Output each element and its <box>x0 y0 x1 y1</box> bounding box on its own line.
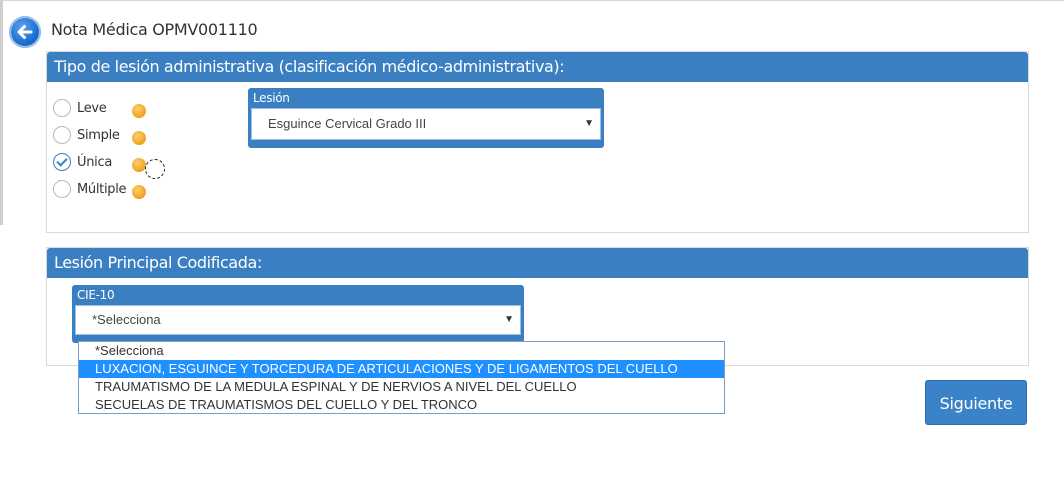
panel-tipo-lesion-title: Tipo de lesión administrativa (clasifica… <box>47 52 1028 82</box>
radio-option-leve[interactable]: Leve <box>53 97 107 119</box>
cie10-select-value: *Selecciona <box>92 312 161 327</box>
radio-label: Simple <box>77 127 120 143</box>
cie10-dropdown-list[interactable]: *Selecciona LUXACION, ESGUINCE Y TORCEDU… <box>78 341 725 414</box>
lesion-select-value: Esguince Cervical Grado III <box>268 116 427 131</box>
panel-tipo-lesion: Tipo de lesión administrativa (clasifica… <box>46 51 1029 233</box>
next-button[interactable]: Siguiente <box>925 380 1027 425</box>
radio-option-unica[interactable]: Única <box>53 151 112 173</box>
radio-option-simple[interactable]: Simple <box>53 124 120 146</box>
radio-label: Leve <box>77 100 107 116</box>
cie10-field: CIE-10 *Selecciona ▼ <box>72 285 524 343</box>
cursor-indicator <box>145 159 165 179</box>
lesion-field: Lesión Esguince Cervical Grado III ▼ <box>248 88 604 148</box>
back-button[interactable] <box>9 16 41 48</box>
chevron-down-icon: ▼ <box>584 118 594 129</box>
dropdown-option[interactable]: TRAUMATISMO DE LA MEDULA ESPINAL Y DE NE… <box>79 378 724 396</box>
cie10-select[interactable]: *Selecciona ▼ <box>75 305 521 335</box>
page-title: Nota Médica OPMV001110 <box>51 20 258 39</box>
panel-lesion-principal-title: Lesión Principal Codificada: <box>47 248 1028 278</box>
info-icon[interactable] <box>132 185 146 199</box>
left-scroll-edge <box>0 0 3 225</box>
dropdown-option-highlighted[interactable]: LUXACION, ESGUINCE Y TORCEDURA DE ARTICU… <box>79 360 724 378</box>
radio-button[interactable] <box>53 126 71 144</box>
chevron-down-icon: ▼ <box>504 314 514 325</box>
radio-button[interactable] <box>53 99 71 117</box>
cie10-field-label: CIE-10 <box>77 288 115 302</box>
radio-label: Múltiple <box>77 181 127 197</box>
lesion-select[interactable]: Esguince Cervical Grado III ▼ <box>251 108 601 140</box>
radio-label: Única <box>77 154 112 170</box>
back-arrow-icon <box>17 25 33 39</box>
dropdown-option[interactable]: SECUELAS DE TRAUMATISMOS DEL CUELLO Y DE… <box>79 396 724 414</box>
dropdown-option[interactable]: *Selecciona <box>79 342 724 360</box>
info-icon[interactable] <box>132 158 146 172</box>
lesion-field-label: Lesión <box>253 91 290 105</box>
info-icon[interactable] <box>132 131 146 145</box>
radio-button[interactable] <box>53 180 71 198</box>
radio-option-multiple[interactable]: Múltiple <box>53 178 127 200</box>
info-icon[interactable] <box>132 104 146 118</box>
radio-button-checked[interactable] <box>53 153 71 171</box>
top-divider <box>0 0 1064 1</box>
